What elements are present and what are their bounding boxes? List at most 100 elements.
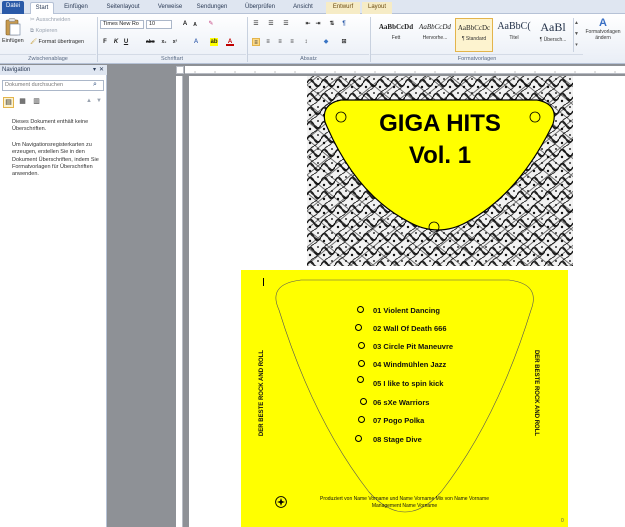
format-painter-button[interactable]: 🖌 Format übertragen xyxy=(30,39,84,45)
bullets-icon[interactable]: ☰ xyxy=(252,20,260,28)
track-item: 06 sXe Warriors xyxy=(373,398,430,407)
text-effects-icon[interactable]: A xyxy=(192,38,200,46)
track-bullet xyxy=(358,360,365,367)
style-preview: AaBl xyxy=(540,20,566,34)
tab-seitenlayout[interactable]: Seitenlayout xyxy=(102,2,144,14)
track-bullet xyxy=(357,376,364,383)
align-left-icon[interactable]: ≡ xyxy=(252,38,260,46)
nav-help-message: Um Navigationsregisterkarten zu erzeugen… xyxy=(12,142,99,178)
style-standard[interactable]: AaBbCcDc ¶ Standard xyxy=(455,18,493,52)
shrink-font-button[interactable]: A xyxy=(191,21,199,29)
copy-button[interactable]: ⧉ Kopieren xyxy=(30,28,58,35)
nav-search-input[interactable]: Dokument durchsuchen xyxy=(2,80,104,91)
track-item: 01 Violent Dancing xyxy=(373,306,440,315)
tab-datei[interactable]: Datei xyxy=(2,1,24,14)
copy-label: Kopieren xyxy=(35,28,58,34)
increase-indent-icon[interactable]: ⇥ xyxy=(314,20,322,28)
nav-next-icon[interactable]: ▼ xyxy=(96,98,102,104)
track-bullet xyxy=(358,342,365,349)
horizontal-ruler[interactable] xyxy=(185,66,625,74)
track-bullet xyxy=(357,306,364,313)
font-name-combo[interactable]: Times New Ro xyxy=(100,20,144,29)
headings-view-icon[interactable]: ▤ xyxy=(3,97,14,108)
change-styles-button[interactable]: A Formatvorlagen ändern xyxy=(582,17,624,53)
show-marks-icon[interactable]: ¶ xyxy=(340,20,348,28)
align-right-icon[interactable]: ≡ xyxy=(276,38,284,46)
track-bullet xyxy=(355,324,362,331)
tab-verweise[interactable]: Verweise xyxy=(154,2,186,14)
italic-button[interactable]: K xyxy=(112,38,120,46)
group-label-styles: Formatvorlagen xyxy=(371,54,583,63)
pages-view-icon[interactable]: ▦ xyxy=(17,97,28,108)
group-label-clipboard: Zwischenablage xyxy=(0,54,96,63)
style-preview: AaBbCcDd xyxy=(419,23,451,31)
track-bullet xyxy=(360,398,367,405)
track-item: 04 Windmühlen Jazz xyxy=(373,360,447,369)
font-size-combo[interactable]: 10 xyxy=(146,20,172,29)
shading-icon[interactable]: ◆ xyxy=(322,38,330,46)
numbering-icon[interactable]: ☰ xyxy=(267,20,275,28)
copy-icon: ⧉ xyxy=(30,28,34,34)
ruler-toggle-icon[interactable] xyxy=(176,66,184,74)
style-titel[interactable]: AaBbC( Titel xyxy=(495,18,533,52)
style-name: Hervorhe... xyxy=(422,35,448,41)
tab-layout[interactable]: Layout xyxy=(362,2,392,14)
sort-icon[interactable]: ⇅ xyxy=(328,20,336,28)
tab-start[interactable]: Start xyxy=(30,2,54,14)
font-color-icon[interactable]: A xyxy=(226,38,234,46)
grow-font-button[interactable]: A xyxy=(181,20,189,28)
document-page: GIGA HITS Vol. 1 01 Violent Dancing 02 W… xyxy=(189,76,625,527)
style-preview: AaBbCcDd xyxy=(378,23,414,31)
style-ueberschrift[interactable]: AaBl ¶ Übersch... xyxy=(534,18,572,52)
style-name: Fett xyxy=(391,35,401,41)
track-item: 07 Pogo Polka xyxy=(373,416,425,425)
tab-ueberpruefen[interactable]: Überprüfen xyxy=(240,2,280,14)
nav-header: Navigation ✕ ▾ xyxy=(0,65,107,75)
back-insert-panel: 01 Violent Dancing 02 Wall Of Death 666 … xyxy=(241,270,568,527)
cover-subtitle: Vol. 1 xyxy=(408,142,472,169)
clear-format-icon[interactable]: ✎ xyxy=(207,20,215,28)
track-item: 03 Circle Pit Maneuvre xyxy=(373,342,454,351)
group-label-paragraph: Absatz xyxy=(248,54,369,63)
nav-prev-icon[interactable]: ▲ xyxy=(86,98,92,104)
style-hervorhebung[interactable]: AaBbCcDd Hervorhe... xyxy=(416,18,454,52)
vertical-ruler[interactable] xyxy=(176,76,183,527)
justify-icon[interactable]: ≡ xyxy=(288,38,296,46)
navigation-pane: Navigation ✕ ▾ Dokument durchsuchen ⌕ ▤ … xyxy=(0,65,107,527)
line-spacing-icon[interactable]: ↕ xyxy=(302,38,310,46)
style-preview: AaBbC( xyxy=(497,21,531,32)
superscript-button[interactable]: x² xyxy=(171,38,179,46)
cut-button[interactable]: ✂ Ausschneiden xyxy=(30,17,70,23)
underline-button[interactable]: U xyxy=(122,38,130,46)
cover-title: GIGA HITS xyxy=(379,110,501,137)
tab-sendungen[interactable]: Sendungen xyxy=(194,2,230,14)
strikethrough-button[interactable]: abc xyxy=(146,38,155,46)
style-fett[interactable]: AaBbCcDd Fett xyxy=(377,18,415,52)
highlight-icon[interactable]: ab xyxy=(210,38,218,46)
clipboard-icon xyxy=(5,18,21,36)
subscript-button[interactable]: x₂ xyxy=(160,38,168,46)
paste-button[interactable]: Einfügen xyxy=(2,16,24,52)
track-bullet xyxy=(358,416,365,423)
nav-title: Navigation xyxy=(2,67,31,73)
results-view-icon[interactable]: ▥ xyxy=(31,97,42,108)
group-label-font: Schriftart xyxy=(98,54,246,63)
chevron-down-icon[interactable]: ▾ xyxy=(93,65,96,75)
styles-icon: A xyxy=(599,17,607,29)
tab-ansicht[interactable]: Ansicht xyxy=(288,2,318,14)
align-center-icon[interactable]: ≡ xyxy=(264,38,272,46)
credits-line-2: Management Name Vorname xyxy=(371,503,438,509)
search-icon[interactable]: ⌕ xyxy=(93,81,97,89)
paintbrush-icon: 🖌 xyxy=(30,39,37,45)
tab-entwurf[interactable]: Entwurf xyxy=(326,2,360,14)
close-icon[interactable]: ✕ xyxy=(99,65,104,75)
style-name: Titel xyxy=(509,35,519,41)
borders-icon[interactable]: ⊞ xyxy=(340,38,348,46)
styles-scroll[interactable]: ▲ ▼ ▾ xyxy=(573,18,579,52)
track-bullet xyxy=(355,435,362,442)
credits-line-1: Produziert von Name Vorname und Name Vor… xyxy=(320,496,489,502)
bold-button[interactable]: F xyxy=(101,38,109,46)
tab-einfuegen[interactable]: Einfügen xyxy=(60,2,92,14)
multilevel-list-icon[interactable]: ☰ xyxy=(282,20,290,28)
decrease-indent-icon[interactable]: ⇤ xyxy=(304,20,312,28)
